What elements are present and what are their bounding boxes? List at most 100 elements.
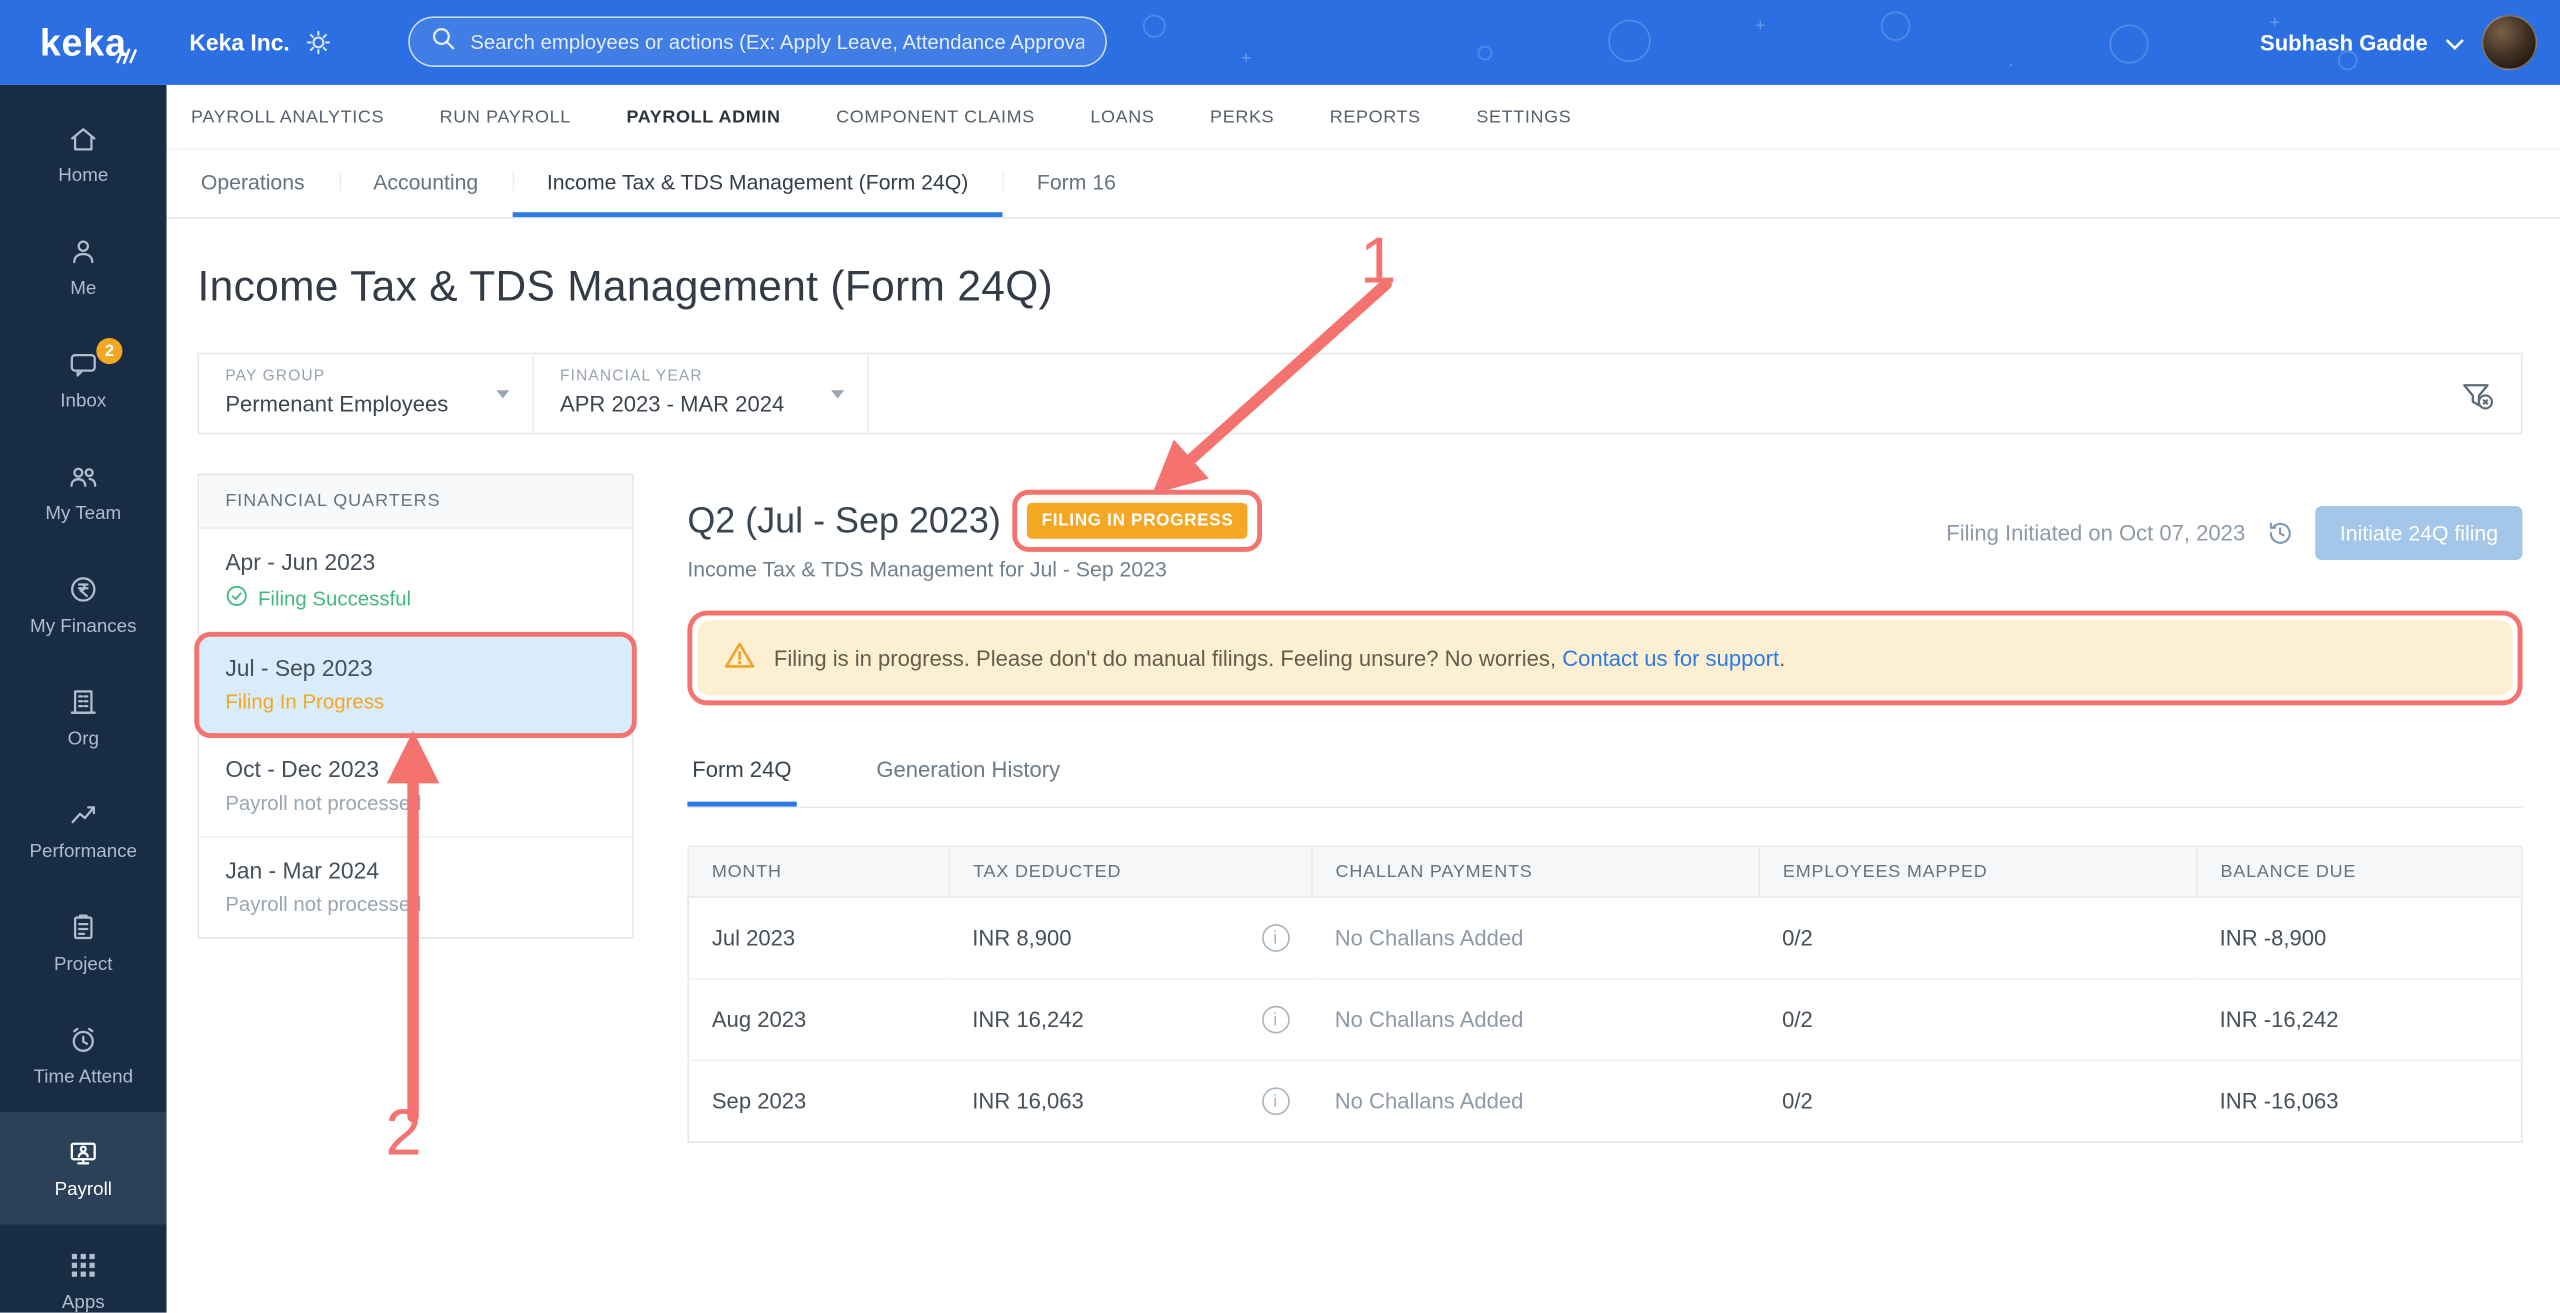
quarter-label: Apr - Jun 2023 <box>225 548 376 575</box>
alarm-clock-icon <box>67 1024 100 1057</box>
col-challan-payments: CHALLAN PAYMENTS <box>1311 845 1761 898</box>
global-search[interactable] <box>408 16 1107 67</box>
user-name: Subhash Gadde <box>2260 30 2428 55</box>
cell-challan: No Challans Added <box>1311 896 1760 979</box>
tab-operations[interactable]: Operations <box>167 150 339 217</box>
sidebar-item-label: Payroll <box>54 1180 112 1201</box>
table-row: Aug 2023 INR 16,242 No Challans Added 0/… <box>688 977 2522 1061</box>
cell-month: Sep 2023 <box>688 1059 950 1143</box>
financial-year-label: FINANCIAL YEAR <box>560 367 703 386</box>
rupee-circle-icon <box>67 573 100 606</box>
pay-group-value: Permenant Employees <box>225 391 449 417</box>
cell-mapped: 0/2 <box>1759 896 2197 979</box>
cell-balance: INR -16,063 <box>2196 1059 2522 1143</box>
avatar[interactable] <box>2481 14 2538 71</box>
cell-mapped: 0/2 <box>1759 1059 2197 1143</box>
home-icon <box>67 122 100 155</box>
keka-logo-sprout-icon <box>114 30 137 74</box>
alert-text-main: Filing is in progress. Please don't do m… <box>773 645 1563 671</box>
quarter-item-jul-sep[interactable]: Jul - Sep 2023 Filing In Progress <box>194 631 637 738</box>
clear-filter-icon[interactable] <box>2459 377 2495 421</box>
tab-payroll-analytics[interactable]: PAYROLL ANALYTICS <box>191 107 384 127</box>
app-root: + + · + keka Keka Inc. Subhash Gadde <box>0 0 2560 1313</box>
sidebar-item-my-team[interactable]: My Team <box>0 436 167 549</box>
quarter-status: Filing Successful <box>225 585 605 613</box>
search-icon <box>431 25 455 58</box>
chevron-down-icon <box>2446 30 2464 54</box>
tab-form-24q[interactable]: Form 24Q <box>687 740 797 807</box>
cell-month: Aug 2023 <box>688 977 950 1061</box>
top-bar: + + · + keka Keka Inc. Subhash Gadde <box>0 0 2560 85</box>
panel-row: FINANCIAL QUARTERS Apr - Jun 2023 Filing… <box>194 473 2523 1143</box>
chevron-down-icon <box>831 390 845 399</box>
tab-generation-history[interactable]: Generation History <box>871 740 1065 807</box>
initiate-24q-filing-button[interactable]: Initiate 24Q filing <box>2315 506 2523 561</box>
tab-settings[interactable]: SETTINGS <box>1476 107 1571 127</box>
col-tax-deducted: TAX DEDUCTED <box>948 845 1313 898</box>
tab-accounting[interactable]: Accounting <box>338 150 513 217</box>
sidebar-item-label: My Finances <box>30 617 137 637</box>
cell-tax: INR 16,242 <box>949 977 1312 1061</box>
col-employees-mapped: EMPLOYEES MAPPED <box>1758 845 2198 898</box>
sidebar-item-my-finances[interactable]: My Finances <box>0 549 167 662</box>
sidebar-item-org[interactable]: Org <box>0 661 167 774</box>
sidebar-item-apps[interactable]: Apps <box>0 1225 167 1313</box>
info-icon[interactable] <box>1261 924 1290 952</box>
quarter-status-text: Payroll not processed <box>225 791 422 815</box>
info-icon[interactable] <box>1261 1087 1290 1116</box>
sidebar-item-inbox[interactable]: 2 Inbox <box>0 323 167 436</box>
pay-group-filter[interactable]: PAY GROUP Permenant Employees <box>199 354 534 433</box>
sidebar-item-payroll[interactable]: Payroll <box>0 1111 167 1225</box>
page-content: Income Tax & TDS Management (Form 24Q) P… <box>167 219 2560 1143</box>
sidebar-item-label: Project <box>54 955 113 975</box>
sidebar: Home Me 2 Inbox My Team My Finances Org … <box>0 84 167 1313</box>
quarter-status-text: Payroll not processed <box>225 893 422 916</box>
tab-loans[interactable]: LOANS <box>1090 107 1154 127</box>
tab-run-payroll[interactable]: RUN PAYROLL <box>440 107 571 127</box>
table-header-row: MONTH TAX DEDUCTED CHALLAN PAYMENTS EMPL… <box>687 845 2523 898</box>
search-input[interactable] <box>470 30 1085 54</box>
tab-component-claims[interactable]: COMPONENT CLAIMS <box>836 107 1035 127</box>
sidebar-item-project[interactable]: Project <box>0 887 167 1000</box>
tab-income-tax-tds[interactable]: Income Tax & TDS Management (Form 24Q) <box>512 150 1003 218</box>
doodle-star: · <box>2008 55 2015 76</box>
contact-support-link[interactable]: Contact us for support <box>1562 646 1779 670</box>
tab-reports[interactable]: REPORTS <box>1330 107 1421 127</box>
gear-icon[interactable] <box>306 29 332 55</box>
tab-payroll-admin[interactable]: PAYROLL ADMIN <box>626 107 780 127</box>
quarter-item-jan-mar[interactable]: Jan - Mar 2024 Payroll not processed <box>199 838 632 938</box>
cell-mapped: 0/2 <box>1759 977 2197 1061</box>
history-clock-icon[interactable] <box>2266 519 2294 547</box>
chart-icon <box>67 798 100 831</box>
detail-tabs: Form 24Q Generation History <box>687 740 2523 809</box>
annotation-box-alert: Filing is in progress. Please don't do m… <box>687 610 2523 706</box>
team-icon <box>67 460 100 493</box>
quarter-item-oct-dec[interactable]: Oct - Dec 2023 Payroll not processed <box>199 736 632 838</box>
user-icon <box>67 235 100 268</box>
inbox-icon <box>67 348 100 381</box>
sidebar-item-label: Inbox <box>60 391 107 412</box>
sidebar-item-home[interactable]: Home <box>0 98 167 211</box>
sidebar-item-me[interactable]: Me <box>0 211 167 324</box>
doodle-star: + <box>1240 48 1252 69</box>
check-circle-icon <box>225 585 248 613</box>
tab-form-16[interactable]: Form 16 <box>1002 150 1151 217</box>
info-icon[interactable] <box>1261 1005 1290 1034</box>
sidebar-item-label: My Team <box>45 504 122 525</box>
inbox-badge: 2 <box>96 337 123 365</box>
tab-perks[interactable]: PERKS <box>1210 107 1274 127</box>
keka-logo[interactable]: keka <box>0 20 167 64</box>
financial-year-filter[interactable]: FINANCIAL YEAR APR 2023 - MAR 2024 <box>534 354 869 433</box>
financial-year-value: APR 2023 - MAR 2024 <box>560 391 785 417</box>
quarter-label: Jan - Mar 2024 <box>225 857 380 884</box>
quarter-label: Oct - Dec 2023 <box>225 755 380 783</box>
annotation-box-quarter <box>194 631 637 738</box>
col-balance-due: BALANCE DUE <box>2195 845 2523 898</box>
tax-value: INR 16,242 <box>972 1007 1084 1032</box>
user-menu[interactable]: Subhash Gadde <box>2260 0 2538 85</box>
chevron-down-icon <box>496 390 510 399</box>
sidebar-item-time-attend[interactable]: Time Attend <box>0 999 167 1112</box>
clipboard-icon <box>67 911 100 944</box>
quarter-item-apr-jun[interactable]: Apr - Jun 2023 Filing Successful <box>199 529 632 636</box>
sidebar-item-performance[interactable]: Performance <box>0 774 167 887</box>
